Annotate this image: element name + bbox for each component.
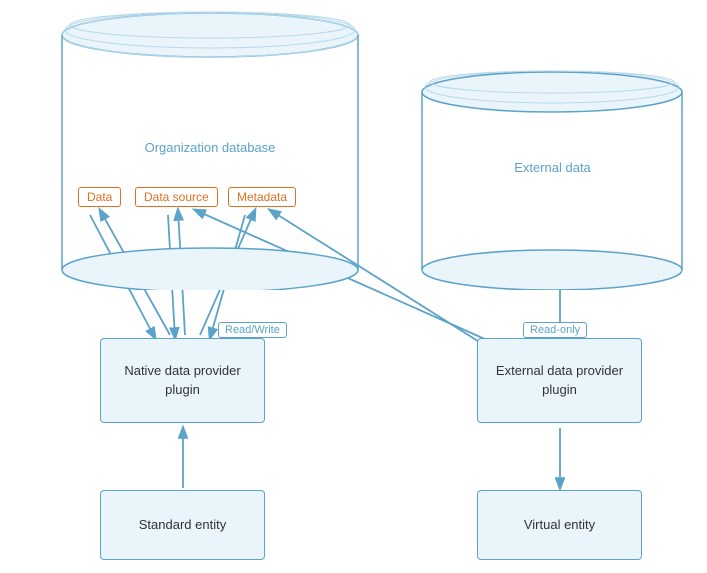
read-write-label: Read/Write bbox=[218, 322, 287, 338]
native-plugin-box: Native data provider plugin bbox=[100, 338, 265, 423]
org-db-label: Organization database bbox=[60, 140, 360, 155]
diagram: Organization database Data Data source M… bbox=[0, 0, 707, 573]
data-tag: Data bbox=[78, 187, 121, 207]
virtual-entity-label: Virtual entity bbox=[524, 516, 595, 534]
metadata-tag: Metadata bbox=[228, 187, 296, 207]
org-database-cylinder: Organization database Data Data source M… bbox=[60, 10, 360, 290]
data-source-tag: Data source bbox=[135, 187, 218, 207]
standard-entity-label: Standard entity bbox=[139, 516, 226, 534]
virtual-entity-box: Virtual entity bbox=[477, 490, 642, 560]
external-plugin-label: External data provider plugin bbox=[496, 362, 623, 398]
ext-data-label: External data bbox=[420, 160, 685, 175]
ext-data-cylinder: External data bbox=[420, 70, 685, 290]
native-plugin-label: Native data provider plugin bbox=[124, 362, 240, 398]
external-plugin-box: External data provider plugin bbox=[477, 338, 642, 423]
read-only-label: Read-only bbox=[523, 322, 587, 338]
standard-entity-box: Standard entity bbox=[100, 490, 265, 560]
